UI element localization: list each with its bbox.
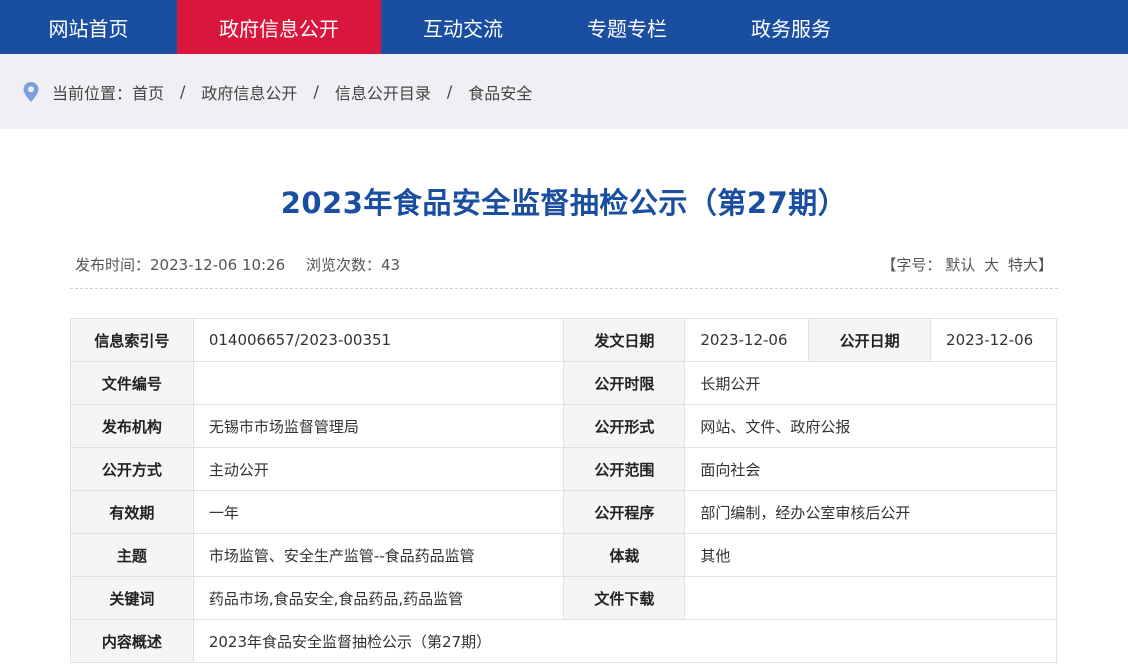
article-meta: 发布时间：2023-12-06 10:26 浏览次数：43 【字号： 默认 大 特… xyxy=(75,252,1053,276)
nav-services[interactable]: 政务服务 xyxy=(709,0,873,54)
font-size-default-button[interactable]: 默认 xyxy=(945,256,975,274)
keywords-label: 关键词 xyxy=(70,576,194,620)
doc-no-label: 文件编号 xyxy=(70,361,194,405)
font-size-xlarge-button[interactable]: 特大 xyxy=(1008,256,1038,274)
topic-value: 市场监管、安全生产监管--食品药品监管 xyxy=(192,533,565,577)
font-size-suffix: 】 xyxy=(1037,255,1053,274)
open-scope-label: 公开范围 xyxy=(563,447,686,491)
index-no-label: 信息索引号 xyxy=(70,318,194,362)
open-form-value: 网站、文件、政府公报 xyxy=(684,404,1057,448)
breadcrumb-separator: / xyxy=(446,82,453,101)
breadcrumb: 当前位置： 首页 / 政府信息公开 / 信息公开目录 / 食品安全 xyxy=(0,54,1128,129)
open-period-label: 公开时限 xyxy=(563,361,686,405)
open-procedure-label: 公开程序 xyxy=(563,490,686,534)
nav-topics[interactable]: 专题专栏 xyxy=(545,0,709,54)
summary-value: 2023年食品安全监督抽检公示（第27期） xyxy=(192,619,1058,663)
issue-date-label: 发文日期 xyxy=(563,318,686,362)
breadcrumb-food-safety[interactable]: 食品安全 xyxy=(468,80,532,104)
table-row: 公开方式 主动公开 公开范围 面向社会 xyxy=(70,447,1057,491)
topic-label: 主题 xyxy=(70,533,194,577)
breadcrumb-prefix: 当前位置： xyxy=(52,83,133,103)
page-title: 2023年食品安全监督抽检公示（第27期） xyxy=(280,186,848,220)
breadcrumb-separator: / xyxy=(180,82,186,101)
breadcrumb-home[interactable]: 首页 xyxy=(132,80,164,104)
meta-divider xyxy=(70,288,1058,289)
open-date-value: 2023-12-06 xyxy=(930,318,1057,362)
location-pin-icon xyxy=(23,81,39,102)
nav-gov-info[interactable]: 政府信息公开 xyxy=(177,0,381,54)
table-row: 主题 市场监管、安全生产监管--食品药品监管 体裁 其他 xyxy=(70,533,1057,577)
publish-time: 发布时间：2023-12-06 10:26 xyxy=(75,255,286,274)
view-count: 浏览次数：43 xyxy=(305,255,401,274)
breadcrumb-catalog[interactable]: 信息公开目录 xyxy=(335,80,431,104)
download-label: 文件下载 xyxy=(563,576,686,620)
index-no-value: 014006657/2023-00351 xyxy=(192,318,565,362)
top-nav: 网站首页 政府信息公开 互动交流 专题专栏 政务服务 xyxy=(0,0,1128,54)
open-period-value: 长期公开 xyxy=(684,361,1057,405)
nav-interaction[interactable]: 互动交流 xyxy=(381,0,545,54)
info-table: 信息索引号 014006657/2023-00351 发文日期 2023-12-… xyxy=(70,318,1058,663)
table-row: 信息索引号 014006657/2023-00351 发文日期 2023-12-… xyxy=(70,318,1057,362)
font-size-large-button[interactable]: 大 xyxy=(984,256,999,274)
keywords-value: 药品市场,食品安全,食品药品,药品监管 xyxy=(192,576,565,620)
table-row: 有效期 一年 公开程序 部门编制，经办公室审核后公开 xyxy=(70,490,1057,534)
table-row: 发布机构 无锡市市场监督管理局 公开形式 网站、文件、政府公报 xyxy=(70,404,1057,448)
nav-home[interactable]: 网站首页 xyxy=(0,0,177,54)
publisher-value: 无锡市市场监督管理局 xyxy=(192,404,565,448)
open-form-label: 公开形式 xyxy=(563,404,686,448)
open-method-label: 公开方式 xyxy=(70,447,194,491)
open-method-value: 主动公开 xyxy=(192,447,565,491)
genre-value: 其他 xyxy=(684,533,1057,577)
table-row: 文件编号 公开时限 长期公开 xyxy=(70,361,1057,405)
validity-value: 一年 xyxy=(192,490,565,534)
breadcrumb-separator: / xyxy=(313,82,319,101)
validity-label: 有效期 xyxy=(70,490,194,534)
breadcrumb-gov-info[interactable]: 政府信息公开 xyxy=(201,80,297,104)
doc-no-value xyxy=(192,361,565,405)
table-row: 内容概述 2023年食品安全监督抽检公示（第27期） xyxy=(70,619,1058,663)
open-date-label: 公开日期 xyxy=(808,318,932,362)
publisher-label: 发布机构 xyxy=(70,404,194,448)
font-size-control: 【字号： 默认 大 特大】 xyxy=(881,254,1053,275)
download-value[interactable] xyxy=(684,576,1057,620)
font-size-prefix: 【字号： xyxy=(881,255,942,274)
table-row: 关键词 药品市场,食品安全,食品药品,药品监管 文件下载 xyxy=(70,576,1057,620)
genre-label: 体裁 xyxy=(563,533,686,577)
summary-label: 内容概述 xyxy=(70,619,194,663)
open-scope-value: 面向社会 xyxy=(684,447,1057,491)
issue-date-value: 2023-12-06 xyxy=(684,318,810,362)
open-procedure-value: 部门编制，经办公室审核后公开 xyxy=(684,490,1057,534)
